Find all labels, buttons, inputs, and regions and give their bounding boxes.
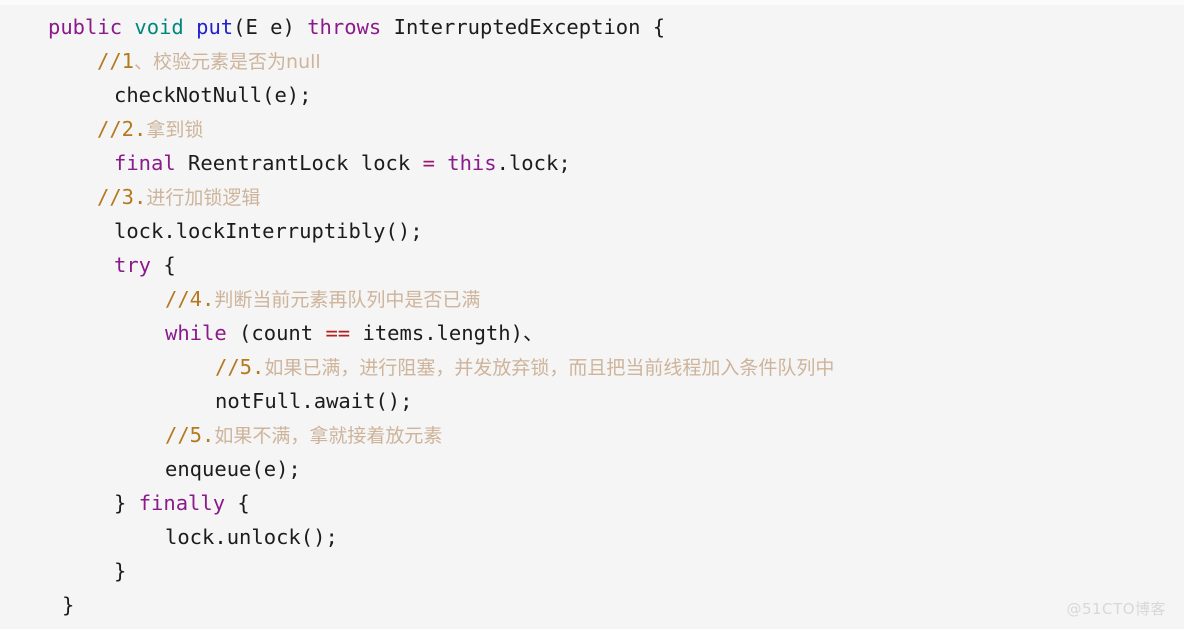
code-line: } [0,588,1184,622]
code-token: finally [138,491,226,515]
code-token: public [48,15,123,39]
code-token: 拿到锁 [146,119,204,141]
code-token: 如果已满，进行阻塞，并发放弃锁，而且把当前线程加入条件队列中 [264,357,835,379]
code-token: 进行加锁逻辑 [146,187,261,209]
code-token: 如果不满，拿就接着放元素 [214,425,443,447]
code-token: } [114,491,139,515]
code-token: } [62,593,75,617]
code-token: throws [307,15,382,39]
code-token: == [325,321,351,345]
code-token: void [134,15,184,39]
code-token: } [114,559,127,583]
code-line: final ReentrantLock lock = this.lock; [0,146,1184,180]
code-block: public void put(E e) throws InterruptedE… [0,10,1184,622]
code-token: 判断当前元素再队列中是否已满 [214,289,481,311]
code-line: public void put(E e) throws InterruptedE… [0,10,1184,44]
code-line: } [0,554,1184,588]
code-line: //5.如果不满，拿就接着放元素 [0,418,1184,452]
code-token: null [286,51,321,73]
code-line: //1、校验元素是否为null [0,44,1184,78]
code-line: notFull.await(); [0,384,1184,418]
code-token: //4. [165,287,215,311]
code-token: //5. [165,423,215,447]
code-token: //1 [97,49,135,73]
code-token: (count [226,321,326,345]
code-token: checkNotNull(e); [114,83,312,107]
code-line: } finally { [0,486,1184,520]
code-token: this [447,151,497,175]
code-token: try [114,253,152,277]
code-token: 、校验元素是否为 [134,51,287,73]
code-token: while [165,321,227,345]
code-token: (E e) [233,15,308,39]
top-edge-band [0,0,1184,5]
code-line: //5.如果已满，进行阻塞，并发放弃锁，而且把当前线程加入条件队列中 [0,350,1184,384]
code-line: //3.进行加锁逻辑 [0,180,1184,214]
code-token: = [422,151,435,175]
code-line: lock.lockInterruptibly(); [0,214,1184,248]
code-line: while (count == items.length)、 [0,316,1184,350]
code-token: 、 [522,321,544,345]
code-screenshot: public void put(E e) throws InterruptedE… [0,0,1184,629]
code-line: //2.拿到锁 [0,112,1184,146]
code-token: lock.unlock(); [165,525,338,549]
code-token: put [196,15,234,39]
code-line: //4.判断当前元素再队列中是否已满 [0,282,1184,316]
code-token: enqueue(e); [165,457,301,481]
code-token: items.length) [350,321,523,345]
code-token: { [225,491,250,515]
code-token: ReentrantLock lock [175,151,423,175]
code-token: notFull.await(); [215,389,413,413]
code-token: { [151,253,176,277]
code-line: lock.unlock(); [0,520,1184,554]
code-token: InterruptedException { [381,15,666,39]
code-token: //3. [97,185,147,209]
watermark: @51CTO博客 [1066,600,1166,618]
code-token: //2. [97,117,147,141]
code-token: lock.lockInterruptibly(); [114,219,423,243]
code-token: //5. [215,355,265,379]
code-line: checkNotNull(e); [0,78,1184,112]
code-token: .lock; [496,151,571,175]
code-line: enqueue(e); [0,452,1184,486]
code-token: final [114,151,176,175]
code-line: try { [0,248,1184,282]
